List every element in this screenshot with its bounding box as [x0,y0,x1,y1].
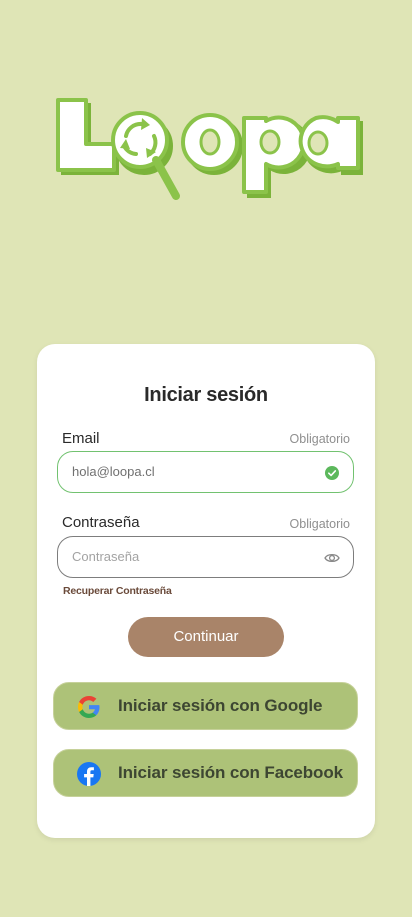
eye-icon[interactable] [324,551,340,565]
email-field[interactable]: hola@loopa.cl [57,451,354,493]
continue-button[interactable]: Continuar [128,617,284,657]
password-label: Contraseña [62,514,140,531]
password-required-note: Obligatorio [289,517,350,531]
login-title: Iniciar sesión [144,384,268,406]
facebook-login-label: Iniciar sesión con Facebook [118,763,343,782]
google-login-label: Iniciar sesión con Google [118,696,323,715]
password-placeholder: Contraseña [72,549,140,564]
check-circle-icon [325,466,339,480]
google-icon [78,696,100,718]
facebook-icon [77,762,101,786]
google-login-button[interactable]: Iniciar sesión con Google [53,682,358,730]
login-card: Iniciar sesión Email Obligatorio hola@lo… [37,344,375,838]
email-label: Email [62,430,100,447]
recover-password-link[interactable]: Recuperar Contraseña [63,585,172,597]
loopa-logo [56,98,363,200]
email-value: hola@loopa.cl [72,464,155,479]
password-field[interactable]: Contraseña [57,536,354,578]
email-required-note: Obligatorio [289,432,350,446]
facebook-login-button[interactable]: Iniciar sesión con Facebook [53,749,358,797]
